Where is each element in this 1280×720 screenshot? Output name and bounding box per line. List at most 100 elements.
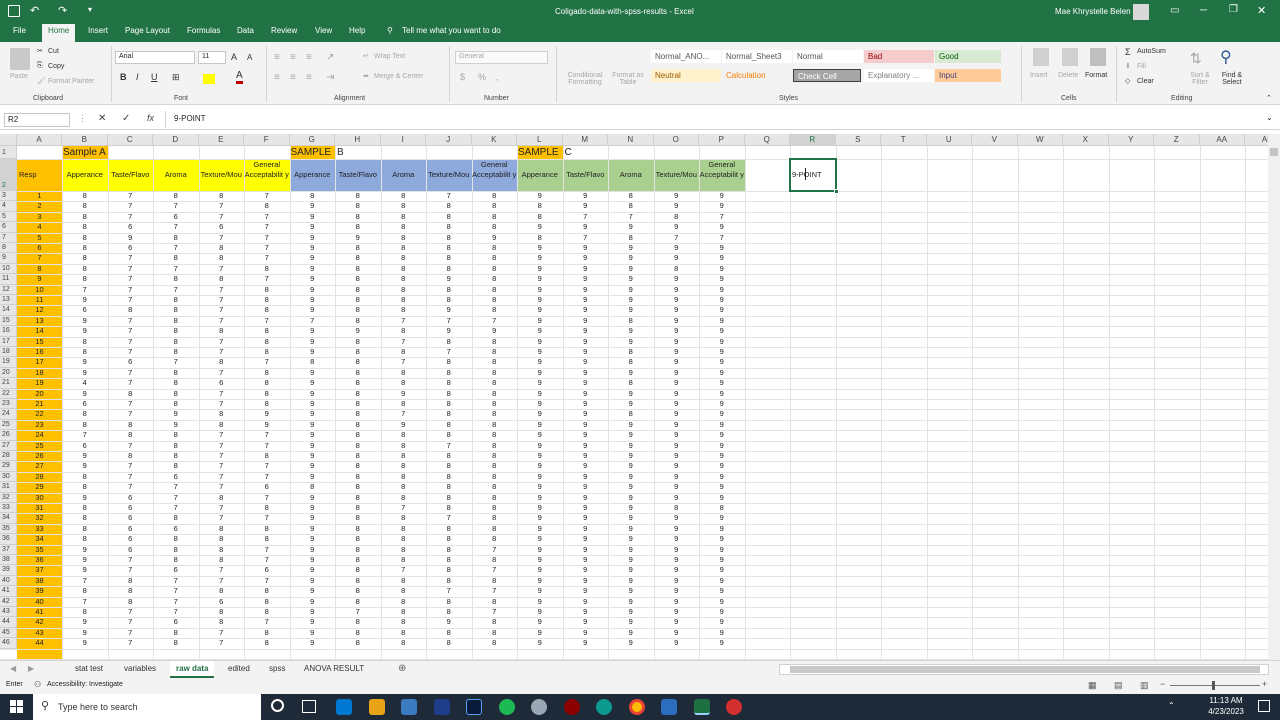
data-cell[interactable]: 7 <box>472 607 518 617</box>
data-cell[interactable]: 8 <box>153 555 199 565</box>
data-cell[interactable]: 8 <box>62 482 108 492</box>
sample-a-header[interactable]: Sample A <box>63 146 153 159</box>
data-cell[interactable]: 8 <box>335 430 381 440</box>
increase-font-icon[interactable]: A <box>231 52 237 62</box>
data-cell[interactable]: 8 <box>472 461 518 471</box>
data-cell[interactable]: 8 <box>381 285 427 295</box>
data-cell[interactable]: 9 <box>517 555 563 565</box>
data-cell[interactable]: 9 <box>290 607 336 617</box>
data-cell[interactable]: 9 <box>62 389 108 399</box>
data-cell[interactable]: 8 <box>472 212 518 222</box>
data-cell[interactable]: 9 <box>608 493 654 503</box>
fill-button[interactable]: Fill <box>1137 63 1146 70</box>
column-header[interactable]: R <box>790 134 836 146</box>
data-cell[interactable]: 8 <box>244 628 290 638</box>
data-cell[interactable]: 8 <box>426 430 472 440</box>
data-cell[interactable]: 9 <box>608 326 654 336</box>
data-cell[interactable]: 7 <box>108 201 154 211</box>
data-cell[interactable]: 9 <box>654 493 700 503</box>
data-cell[interactable]: 9 <box>335 326 381 336</box>
data-cell[interactable]: 9 <box>563 472 609 482</box>
data-cell[interactable]: 8 <box>381 274 427 284</box>
notifications-icon[interactable] <box>1258 700 1270 712</box>
data-cell[interactable]: 9 <box>290 586 336 596</box>
data-cell[interactable]: 8 <box>426 357 472 367</box>
data-cell[interactable]: 7 <box>108 441 154 451</box>
format-cells-icon[interactable] <box>1090 48 1106 66</box>
data-cell[interactable]: 7 <box>108 399 154 409</box>
data-cell[interactable]: 7 <box>199 201 245 211</box>
data-cell[interactable]: 8 <box>335 389 381 399</box>
data-cell[interactable]: 8 <box>62 503 108 513</box>
data-cell[interactable]: 8 <box>426 482 472 492</box>
data-cell[interactable]: 8 <box>335 576 381 586</box>
data-cell[interactable]: 9 <box>699 389 745 399</box>
data-cell[interactable]: 9 <box>563 586 609 596</box>
data-cell[interactable]: 8 <box>62 347 108 357</box>
data-cell[interactable]: 8 <box>62 420 108 430</box>
data-cell[interactable]: 9 <box>290 524 336 534</box>
excel-icon[interactable] <box>694 699 710 715</box>
sheet-tab-raw-data[interactable]: raw data <box>170 661 215 678</box>
data-cell[interactable]: 9 <box>563 430 609 440</box>
data-cell[interactable]: 9 <box>517 586 563 596</box>
data-cell[interactable]: 9 <box>563 555 609 565</box>
data-cell[interactable]: 6 <box>108 545 154 555</box>
data-cell[interactable]: 9 <box>654 628 700 638</box>
data-cell[interactable]: 9 <box>654 274 700 284</box>
data-cell[interactable]: 23 <box>17 420 62 430</box>
data-cell[interactable]: 9 <box>699 264 745 274</box>
data-cell[interactable]: 9 <box>654 513 700 523</box>
data-cell[interactable]: 8 <box>153 316 199 326</box>
data-cell[interactable]: 12 <box>17 305 62 315</box>
fill-handle[interactable] <box>833 189 839 194</box>
customize-qat-icon[interactable]: ▾ <box>88 5 92 14</box>
row-header[interactable]: 45 <box>0 627 17 639</box>
data-cell[interactable]: 8 <box>62 586 108 596</box>
data-cell[interactable]: 9 <box>381 389 427 399</box>
data-cell[interactable]: 9 <box>654 243 700 253</box>
data-cell[interactable]: 34 <box>17 534 62 544</box>
data-cell[interactable]: 9 <box>608 503 654 513</box>
data-cell[interactable]: 6 <box>17 243 62 253</box>
tab-data[interactable]: Data <box>237 26 254 35</box>
data-cell[interactable]: 30 <box>17 493 62 503</box>
merge-center-button[interactable]: Merge & Center <box>374 73 423 80</box>
style-explanatory[interactable]: Explanatory ... <box>864 69 934 82</box>
word-icon[interactable] <box>661 699 677 715</box>
criterion-header[interactable]: Texture/Mou <box>654 159 700 191</box>
data-cell[interactable]: 7 <box>199 212 245 222</box>
data-cell[interactable]: 7 <box>108 274 154 284</box>
row-header[interactable]: 9 <box>0 253 17 264</box>
data-cell[interactable]: 7 <box>199 285 245 295</box>
windows-start-icon[interactable] <box>10 700 24 714</box>
data-cell[interactable]: 8 <box>153 399 199 409</box>
name-box[interactable]: R2 <box>4 113 70 127</box>
data-cell[interactable]: 7 <box>472 545 518 555</box>
style-bad[interactable]: Bad <box>864 50 934 63</box>
data-cell[interactable]: 8 <box>381 347 427 357</box>
data-cell[interactable]: 8 <box>244 524 290 534</box>
copy-button[interactable]: Copy <box>48 63 64 70</box>
data-cell[interactable]: 9 <box>517 326 563 336</box>
clear-button[interactable]: Clear <box>1137 78 1154 85</box>
row-header[interactable]: 14 <box>0 305 17 316</box>
data-cell[interactable]: 9 <box>563 389 609 399</box>
column-header[interactable]: A <box>17 134 62 146</box>
data-cell[interactable]: 8 <box>335 285 381 295</box>
data-cell[interactable]: 38 <box>17 576 62 586</box>
data-cell[interactable]: 7 <box>199 628 245 638</box>
data-cell[interactable]: 9 <box>290 222 336 232</box>
tab-review[interactable]: Review <box>271 26 297 35</box>
data-cell[interactable]: 8 <box>199 326 245 336</box>
data-cell[interactable]: 8 <box>335 555 381 565</box>
data-cell[interactable]: 9 <box>472 233 518 243</box>
insert-cells-icon[interactable] <box>1033 48 1049 66</box>
data-cell[interactable]: 8 <box>608 233 654 243</box>
data-cell[interactable]: 9 <box>608 285 654 295</box>
row-header[interactable]: 1 <box>0 146 17 159</box>
find-select-button[interactable]: Find & Select <box>1215 72 1249 86</box>
data-cell[interactable]: 8 <box>426 597 472 607</box>
data-cell[interactable]: 9 <box>517 222 563 232</box>
data-cell[interactable]: 8 <box>62 472 108 482</box>
